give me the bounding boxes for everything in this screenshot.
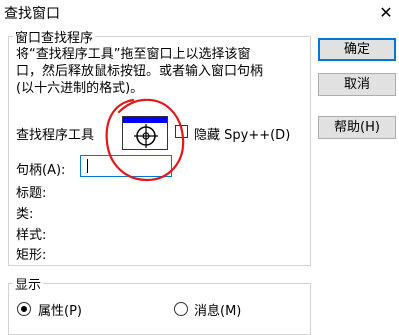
class-label: 类: xyxy=(16,207,34,222)
description-line: 口，然后释放鼠标按钮。或者输入窗口句柄 xyxy=(16,64,264,79)
ok-button[interactable]: 确定 xyxy=(318,38,396,61)
close-icon[interactable]: ✕ xyxy=(373,1,399,25)
properties-radio[interactable] xyxy=(17,302,31,316)
properties-radio-label: 属性(P) xyxy=(38,304,82,319)
messages-radio[interactable] xyxy=(174,302,188,316)
finder-tool-label: 查找程序工具 xyxy=(16,128,95,143)
messages-radio-label: 消息(M) xyxy=(194,304,242,319)
rect-label: 矩形: xyxy=(16,248,47,263)
radio-selected-dot xyxy=(21,306,27,312)
window-title: 查找窗口 xyxy=(4,6,60,22)
cancel-button[interactable]: 取消 xyxy=(318,73,396,96)
annotation-circle xyxy=(105,98,185,182)
finder-group-legend: 窗口查找程序 xyxy=(13,27,96,46)
handle-label: 句柄(A): xyxy=(16,163,66,178)
display-group-legend: 显示 xyxy=(13,274,44,293)
finder-description: 将“查找程序工具”拖至窗口上以选择该窗 口，然后释放鼠标按钮。或者输入窗口句柄 … xyxy=(16,46,312,97)
title-bar: 查找窗口 ✕ xyxy=(0,0,399,28)
hide-spy-label: 隐藏 Spy++(D) xyxy=(194,128,291,143)
title-label: 标题: xyxy=(16,186,47,201)
style-label: 样式: xyxy=(16,228,47,243)
description-line: 将“查找程序工具”拖至窗口上以选择该窗 xyxy=(16,47,251,62)
text-caret xyxy=(87,159,88,173)
help-button[interactable]: 帮助(H) xyxy=(318,116,396,139)
